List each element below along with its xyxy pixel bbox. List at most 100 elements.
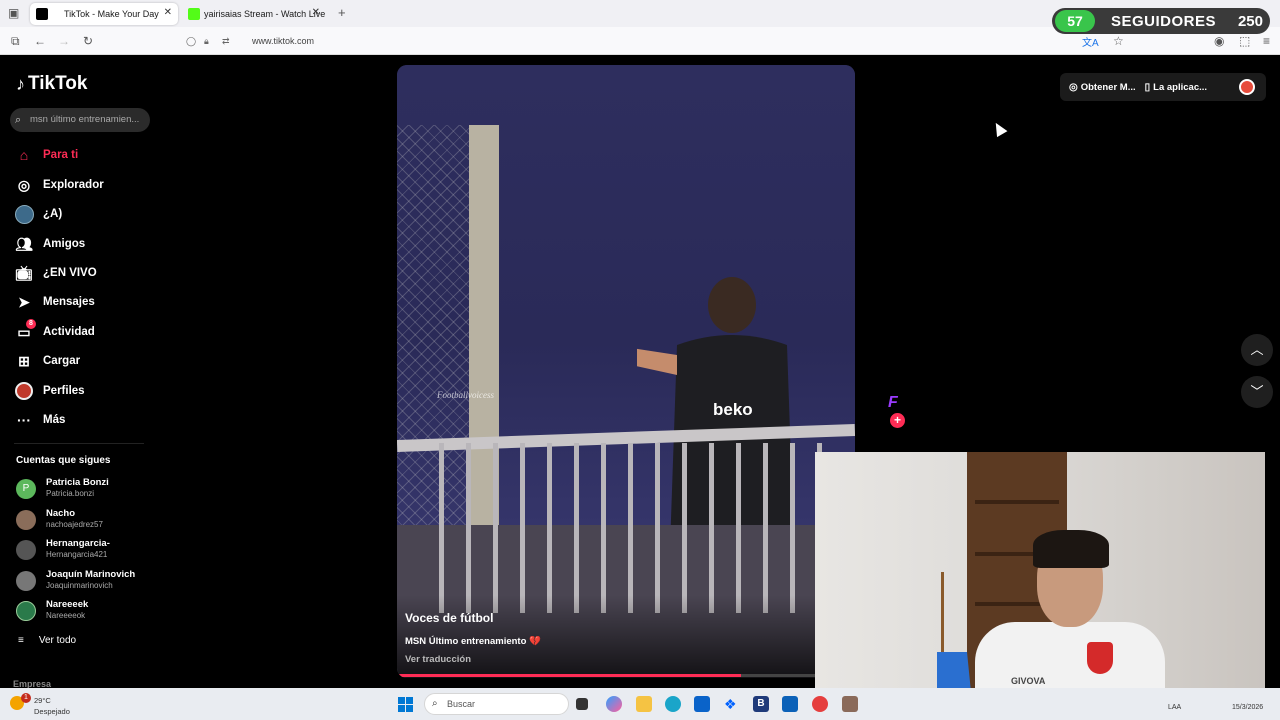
dropbox-icon[interactable]: ❖ [724, 696, 740, 712]
previous-video-button[interactable]: ︿ [1241, 334, 1273, 366]
avatar-icon [14, 204, 34, 224]
address-bar[interactable]: ◯ 🔒︎ ⇄ www.tiktok.com [180, 31, 1140, 51]
webcam-club-badge [1087, 642, 1113, 674]
compass-icon: ◎ [17, 176, 31, 193]
store-icon[interactable] [694, 696, 710, 712]
bookmark-star-icon[interactable]: ☆ [1113, 34, 1124, 48]
sidebar-item-actividad[interactable]: ▭ 8 Actividad [14, 319, 95, 343]
copilot-icon[interactable] [606, 696, 622, 712]
sidebar-item-amigos[interactable]: 👥︎ Amigos [14, 233, 85, 255]
sidebar-item-mas[interactable]: ··· Más [14, 409, 65, 431]
sidebar-item-label: Para ti [43, 149, 79, 161]
back-icon[interactable]: ← [34, 34, 46, 48]
taskbar-search-label: Buscar [447, 699, 476, 709]
tab-stream[interactable]: yairisaias Stream - Watch Live o ✕ [182, 3, 326, 25]
sidebar-item-label: Explorador [43, 179, 104, 191]
search-input[interactable]: ⌕ msn último entrenamien... [10, 108, 150, 132]
close-tab-icon[interactable]: ✕ [312, 7, 320, 18]
permissions-icon[interactable]: ⇄ [222, 31, 230, 51]
avatar: P [16, 479, 36, 499]
profile-avatar[interactable] [1239, 79, 1255, 95]
edge-icon[interactable] [665, 696, 681, 712]
new-tab-icon[interactable]: + [338, 5, 346, 20]
webcam-hair [1033, 530, 1109, 568]
top-actions-bar: ◎ Obtener M... ▯ La aplicac... [1060, 73, 1266, 101]
tab-tiktok[interactable]: TikTok - Make Your Day ✕ [30, 3, 178, 25]
taskbar-search[interactable]: ⌕ Buscar [424, 693, 569, 715]
lock-icon[interactable]: 🔒︎ [204, 31, 209, 51]
account-icon[interactable]: ◉ [1214, 34, 1224, 48]
sidebar-item-en-vivo[interactable]: 📺︎ ¿EN VIVO [14, 262, 97, 284]
coin-icon: ◎ [1069, 81, 1078, 93]
extensions-icon[interactable]: ⬚ [1239, 34, 1250, 48]
tiktok-note-icon: ♪ [16, 73, 25, 94]
logo-text: TikTok [28, 73, 88, 94]
sidebar-item-label: Más [43, 414, 66, 426]
sidebar-item-explorador[interactable]: ◎ Explorador [14, 174, 104, 196]
upload-icon: ⊞ [18, 352, 30, 369]
sidebar-item-perfiles[interactable]: Perfiles [14, 380, 85, 402]
sidebar-item-a[interactable]: ¿A) [14, 203, 62, 225]
task-view-icon[interactable] [576, 698, 588, 710]
app-icon[interactable] [842, 696, 858, 712]
video-author[interactable]: Voces de fútbol [405, 611, 493, 625]
video-player[interactable]: beko Footballvoicess Voces de fútbol MSN… [397, 65, 855, 678]
see-all-label: Ver todo [38, 635, 77, 646]
account-username: Joaquinmarinovich [46, 581, 113, 590]
follow-plus-button[interactable]: + [890, 413, 905, 428]
reload-icon[interactable]: ↻ [83, 34, 93, 48]
webcam-shirt-brand: GIVOVA [1011, 676, 1046, 686]
taskbar-clock[interactable]: 15/3/2026 [1232, 704, 1263, 711]
tab-title: yairisaias Stream - Watch Live o [204, 9, 326, 19]
sidebar-item-mensajes[interactable]: ➤ Mensajes [14, 291, 95, 313]
tiktok-logo[interactable]: ♪ TikTok [16, 73, 87, 95]
tiktok-favicon-icon [36, 8, 48, 20]
file-explorer-icon[interactable] [636, 696, 652, 712]
input-language[interactable]: LAA [1168, 704, 1181, 711]
weather-desc: Despejado [34, 707, 70, 716]
avatar [16, 540, 36, 560]
get-app-button[interactable]: ▯ La aplicac... [1145, 82, 1207, 93]
menu-icon[interactable]: ≡ [1263, 34, 1270, 48]
sidebar-divider [14, 443, 144, 444]
shield-icon[interactable]: ◯ [186, 31, 196, 51]
forward-icon[interactable]: → [58, 34, 70, 48]
translate-icon[interactable]: 文A [1082, 34, 1099, 49]
see-all-button[interactable]: ≡ Ver todo [18, 635, 76, 646]
more-icon: ··· [17, 412, 31, 428]
get-app-label: La aplicac... [1153, 81, 1208, 93]
get-coins-label: Obtener M... [1080, 81, 1136, 93]
account-name: Joaquín Marinovich [46, 569, 136, 580]
sidebar-item-cargar[interactable]: ⊞ Cargar [14, 350, 80, 372]
followers-goal-overlay: 57 SEGUIDORES 250 [1052, 8, 1270, 34]
video-progress-bar[interactable] [397, 674, 855, 677]
windows-taskbar: 1 29°C Despejado ⌕ Buscar ❖ B LAA 15/3/20… [0, 688, 1280, 720]
webcam-overlay: GIVOVA [815, 452, 1265, 705]
account-username: Hernangarcia421 [46, 550, 108, 559]
close-tab-icon[interactable]: ✕ [164, 7, 172, 18]
home-icon: ⌂ [19, 147, 29, 163]
sidebar-toggle-icon[interactable]: ⧉ [11, 34, 20, 49]
activity-badge: 8 [26, 319, 36, 329]
start-button[interactable] [398, 697, 413, 712]
sidebar-item-label: Mensajes [43, 296, 95, 308]
see-translation-link[interactable]: Ver traducción [405, 654, 471, 665]
get-coins-button[interactable]: ◎ Obtener M... [1069, 82, 1136, 93]
next-video-button[interactable]: ﹀ [1241, 376, 1273, 408]
video-progress-fill [397, 674, 741, 677]
account-name: Nareeeek [46, 599, 89, 610]
app-b-icon[interactable]: B [753, 696, 769, 712]
message-icon: ➤ [18, 293, 30, 310]
creator-avatar[interactable]: F [888, 394, 908, 412]
search-text: msn último entrenamien... [30, 114, 140, 125]
account-name: Hernangarcia- [46, 538, 110, 549]
account-username: nachoajedrez57 [46, 520, 103, 529]
jersey-text: beko [713, 400, 753, 419]
sidebar-item-label: Cargar [43, 355, 81, 367]
notification-badge: 1 [21, 693, 31, 703]
avatar [16, 571, 36, 591]
tab-overview-icon[interactable]: ▣ [8, 6, 19, 20]
sidebar-item-para-ti[interactable]: ⌂ Para ti [14, 144, 78, 166]
outlook-icon[interactable] [782, 696, 798, 712]
app-icon[interactable] [812, 696, 828, 712]
